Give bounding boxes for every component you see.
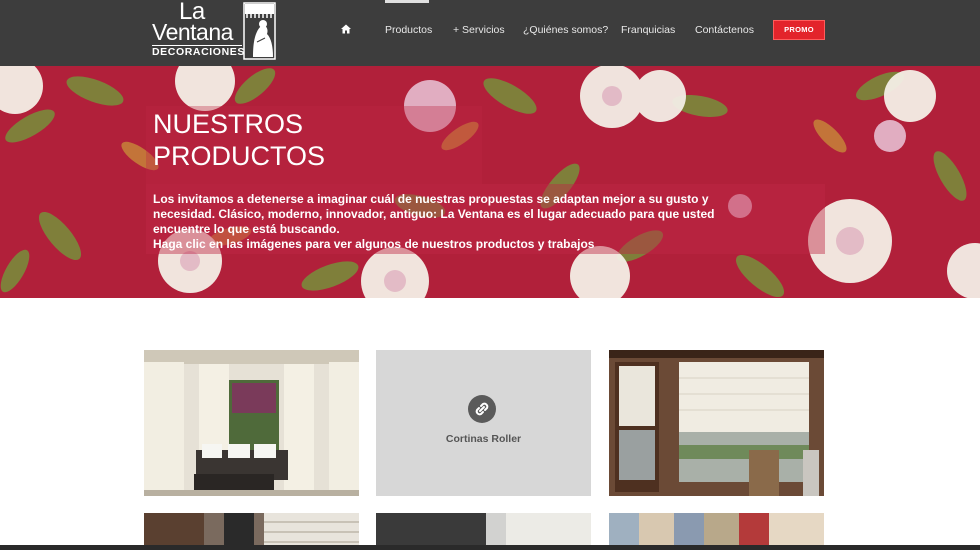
taskbar-strip (0, 545, 980, 550)
hero-description-text: Los invitamos a detenerse a imaginar cuá… (153, 192, 715, 236)
hero-banner: NUESTROS PRODUCTOS Los invitamos a deten… (0, 66, 980, 298)
product-tile-roman-shades[interactable] (609, 350, 824, 496)
logo-window-icon (243, 2, 276, 60)
home-icon[interactable] (341, 24, 351, 34)
logo-text-ventana: Ventana (152, 19, 233, 45)
hero-description: Los invitamos a detenerse a imaginar cuá… (153, 192, 733, 252)
link-icon[interactable] (468, 395, 496, 423)
nav-active-indicator (385, 0, 429, 3)
site-header: La Ventana DECORACIONES Productos + Serv… (0, 0, 980, 66)
promo-button[interactable]: PROMO (773, 20, 825, 40)
nav-item-contactenos[interactable]: Contáctenos (695, 23, 754, 37)
nav-item-productos[interactable]: Productos (385, 23, 432, 37)
product-tile-caption[interactable]: Cortinas Roller (376, 433, 591, 445)
page-title-line2: PRODUCTOS (153, 141, 326, 171)
page-title: NUESTROS PRODUCTOS (153, 108, 325, 172)
product-image-curtains (144, 350, 359, 496)
hero-description-instruction: Haga clic en las imágenes para ver algun… (153, 237, 595, 251)
nav-item-quienes-somos[interactable]: ¿Quiénes somos? (523, 23, 608, 37)
site-logo[interactable]: La Ventana DECORACIONES (150, 0, 276, 62)
nav-item-servicios[interactable]: + Servicios (453, 23, 505, 37)
product-image-roman-shades (609, 350, 824, 496)
product-tile-cortinas-roller[interactable]: Cortinas Roller (376, 350, 591, 496)
product-tile-curtains-terrace[interactable] (144, 350, 359, 496)
nav-item-franquicias[interactable]: Franquicias (621, 23, 675, 37)
page-title-line1: NUESTROS (153, 109, 304, 139)
logo-text-decoraciones: DECORACIONES (152, 46, 245, 58)
